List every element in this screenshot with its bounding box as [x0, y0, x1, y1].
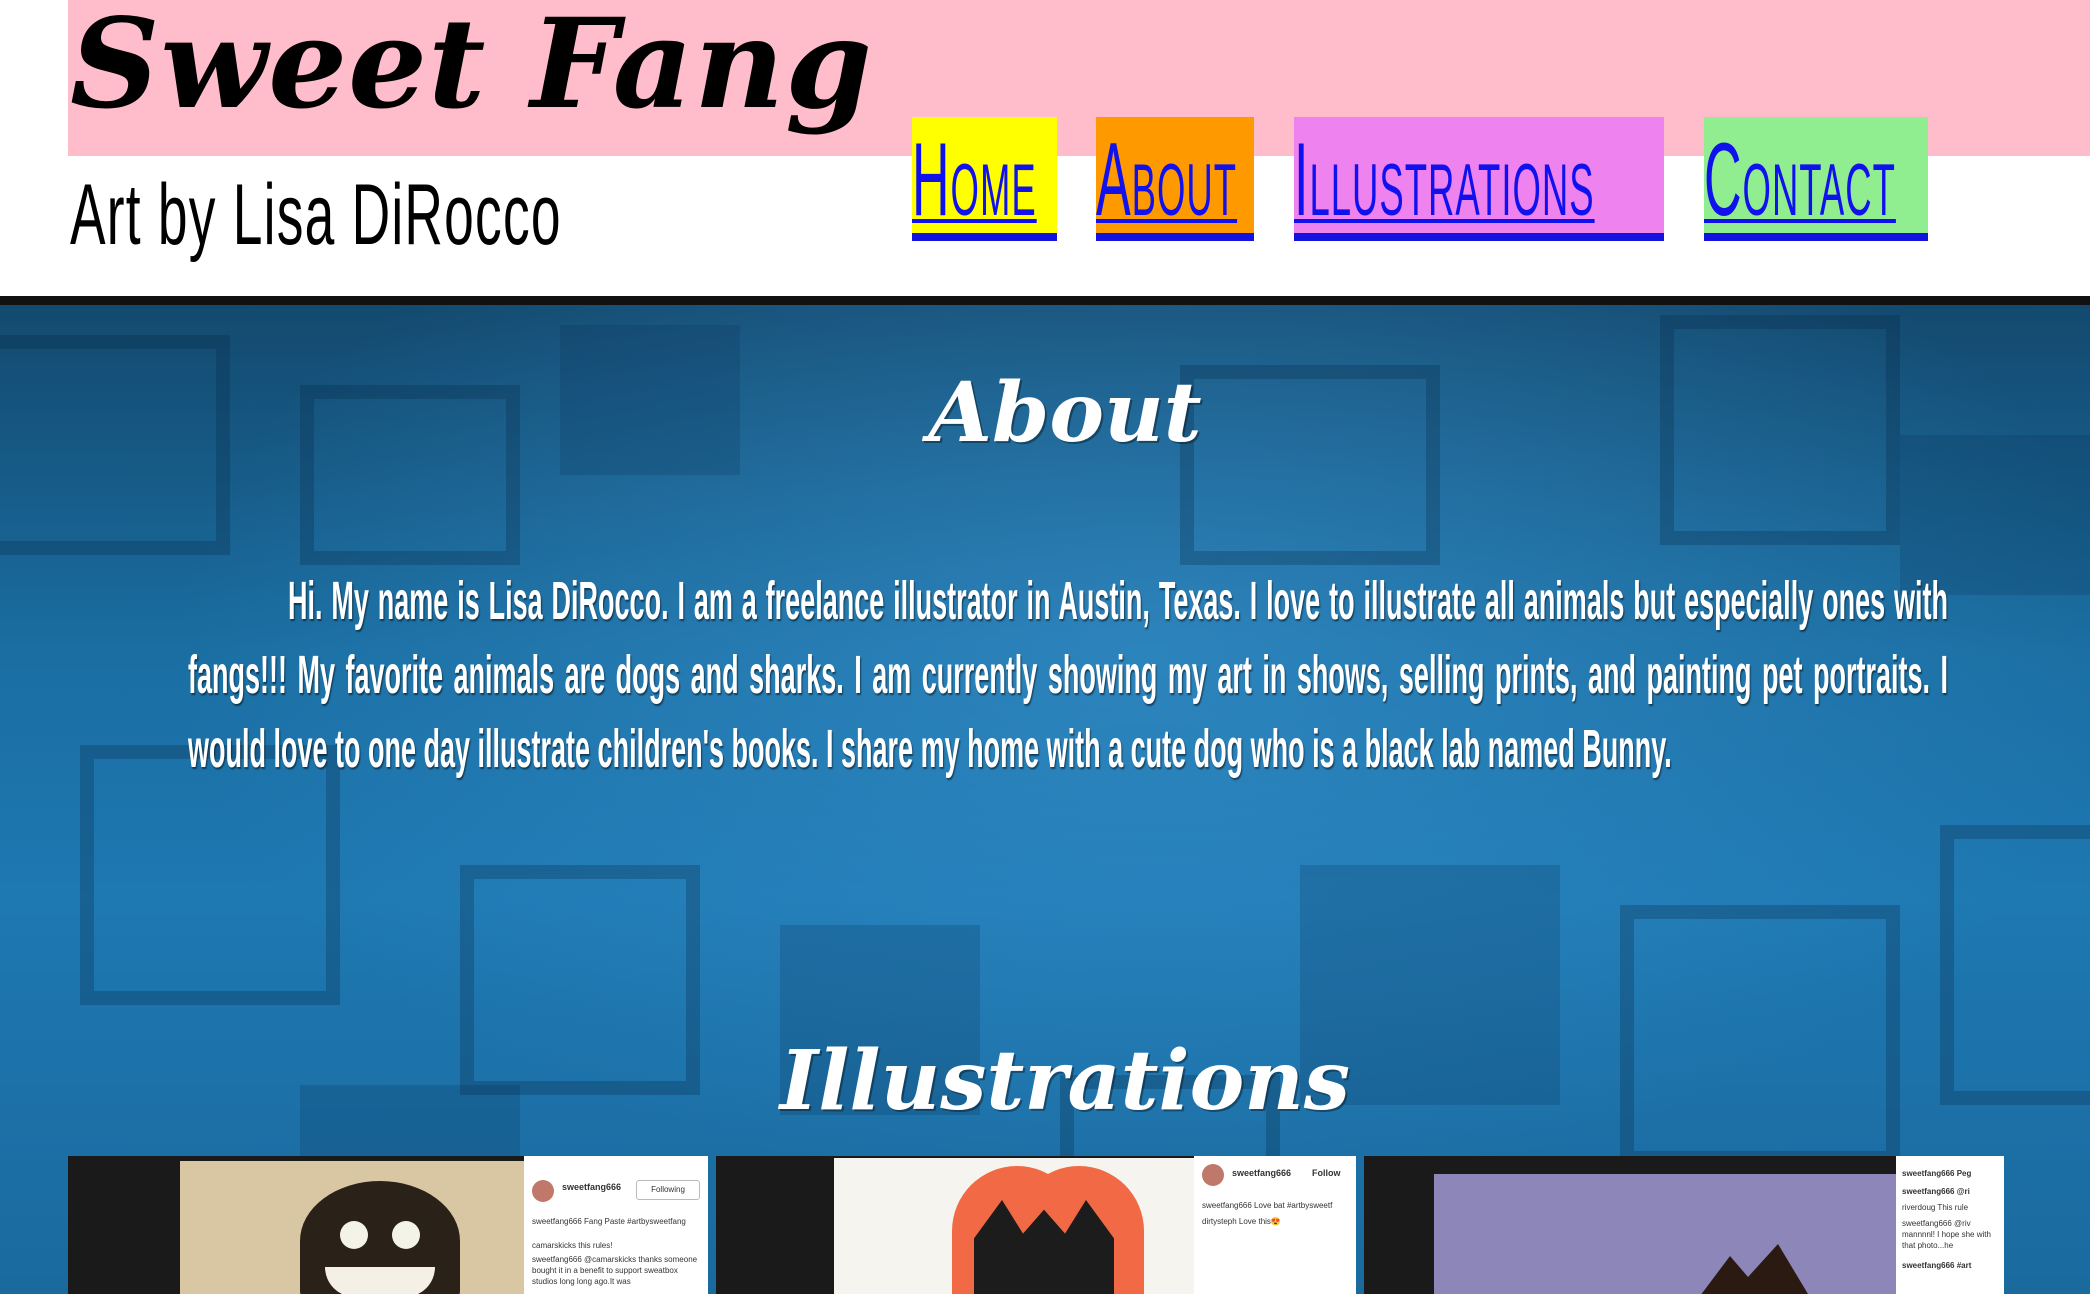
nav-home-label: Home — [912, 122, 1037, 238]
illustrations-heading: Illustrations — [779, 1032, 1351, 1129]
panel-comment: sweetfang666 @riv mannnnl! I hope she wi… — [1902, 1219, 1991, 1250]
bat-shape — [974, 1200, 1114, 1294]
creature-shape — [1694, 1244, 1814, 1294]
panel-comment: sweetfang666 @ri — [1902, 1187, 1970, 1196]
nav-about-label: About — [1096, 122, 1238, 238]
instagram-panel: sweetfang666 Peg sweetfang666 @ri riverd… — [1896, 1156, 2004, 1294]
nav-about-link[interactable]: About — [1096, 117, 1254, 241]
instagram-panel: sweetfang666 Following sweetfang666 Fang… — [524, 1156, 708, 1294]
panel-comment: sweetfang666 @camarskicks thanks someone… — [532, 1255, 698, 1286]
following-button[interactable]: Following — [636, 1180, 700, 1200]
site-title[interactable]: Sweet Fang — [70, 0, 873, 137]
site-header: Sweet Fang Art by Lisa DiRocco Home Abou… — [0, 0, 2090, 296]
panel-username: sweetfang666 — [1232, 1168, 1292, 1178]
monster-mouth — [325, 1267, 435, 1294]
nav-illustrations-label: Illustrations — [1294, 122, 1595, 238]
monster-face — [300, 1181, 460, 1294]
avatar — [1202, 1164, 1224, 1186]
header-divider — [0, 296, 2090, 305]
bg-square — [1620, 905, 1900, 1165]
illustration-image — [834, 1158, 1194, 1294]
nav-home-link[interactable]: Home — [912, 117, 1057, 241]
site-subtitle: Art by Lisa DiRocco — [70, 167, 562, 263]
panel-caption: sweetfang666 Fang Paste #artbysweetfang — [532, 1217, 686, 1226]
nav-contact-label: Contact — [1704, 122, 1896, 238]
panel-comment: camarskicks this rules! — [532, 1241, 613, 1250]
panel-caption: sweetfang666 Love bat #artbysweetf — [1202, 1201, 1333, 1210]
about-heading: About — [928, 364, 1202, 461]
panel-comment: sweetfang666 #art — [1902, 1261, 1972, 1270]
avatar — [532, 1180, 554, 1202]
nav-contact-link[interactable]: Contact — [1704, 117, 1928, 241]
monster-eye — [340, 1221, 368, 1249]
illustration-image — [1434, 1174, 1904, 1294]
panel-username: sweetfang666 — [562, 1182, 622, 1192]
instagram-panel: sweetfang666 Follow sweetfang666 Love ba… — [1194, 1156, 1356, 1294]
panel-comment: riverdoug This rule — [1902, 1203, 1969, 1212]
monster-eye — [392, 1221, 420, 1249]
about-paragraph: Hi. My name is Lisa DiRocco. I am a free… — [188, 571, 1948, 779]
illustration-thumbnail[interactable]: sweetfang666 Follow sweetfang666 Love ba… — [716, 1156, 1356, 1294]
panel-comment: dirtysteph Love this😍 — [1202, 1217, 1281, 1226]
illustration-thumbnail[interactable]: sweetfang666 Following sweetfang666 Fang… — [68, 1156, 708, 1294]
main-content: About Hi. My name is Lisa DiRocco. I am … — [0, 305, 2090, 1294]
panel-caption: sweetfang666 Peg — [1902, 1169, 1972, 1178]
illustration-thumbnail[interactable]: sweetfang666 Peg sweetfang666 @ri riverd… — [1364, 1156, 2004, 1294]
nav-illustrations-link[interactable]: Illustrations — [1294, 117, 1664, 241]
follow-button[interactable]: Follow — [1312, 1168, 1341, 1178]
illustration-image — [180, 1161, 580, 1294]
